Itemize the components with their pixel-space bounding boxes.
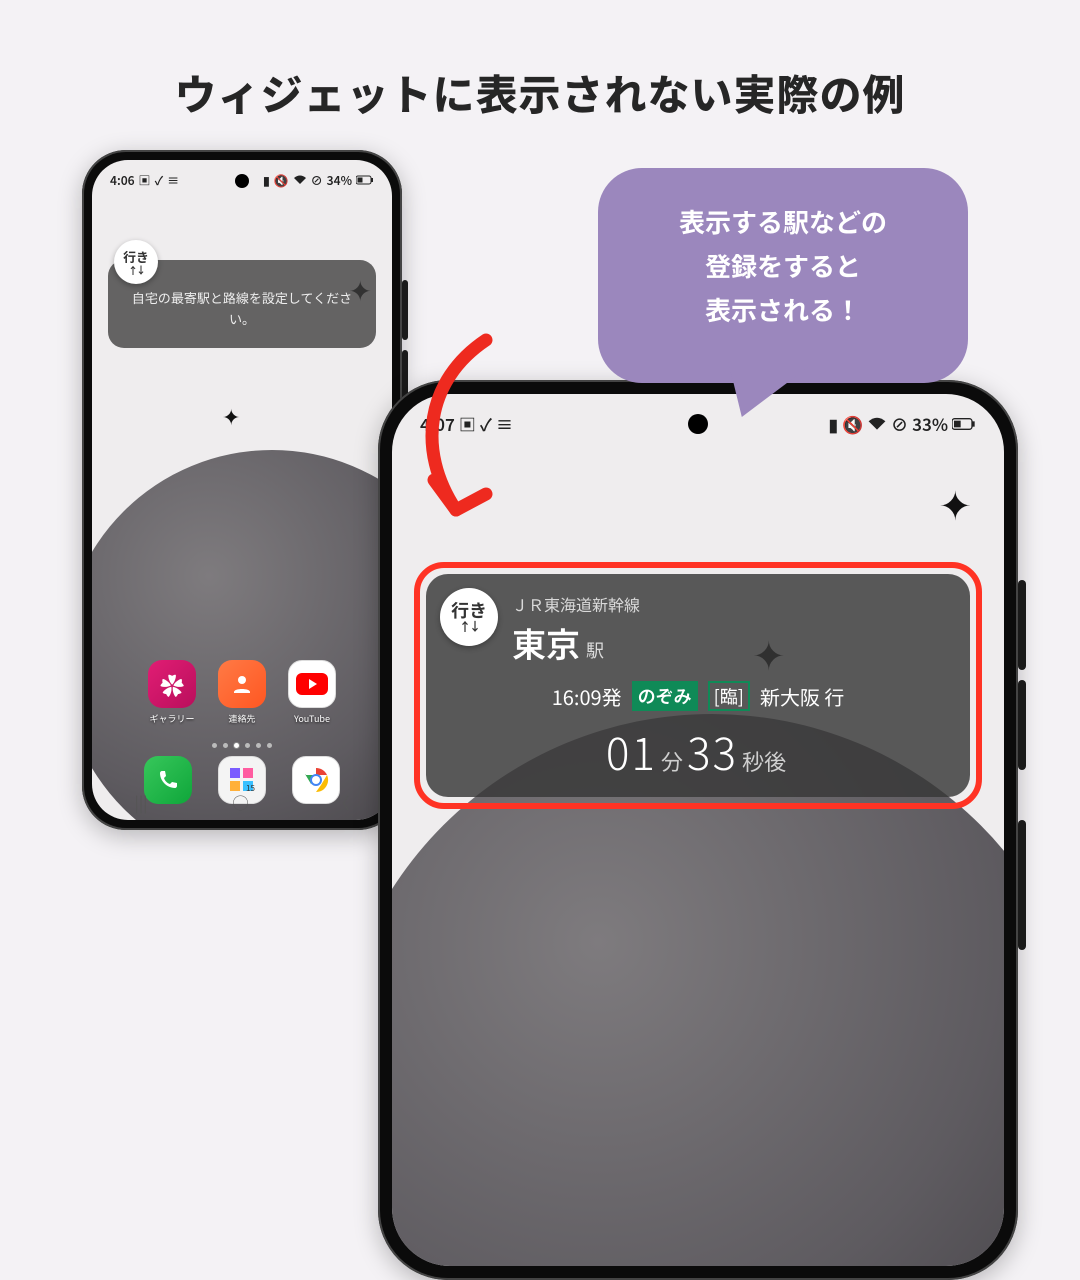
transit-widget-empty[interactable]: 行き↑↓ 自宅の最寄駅と路線を設定してください。 bbox=[108, 260, 376, 348]
app-label: 連絡先 bbox=[228, 712, 255, 725]
sparkle-icon: ✦ bbox=[938, 474, 972, 532]
status-time: 4:07 bbox=[420, 411, 455, 436]
contacts-icon bbox=[218, 660, 266, 708]
status-time: 4:06 bbox=[110, 172, 135, 189]
app-label: YouTube bbox=[294, 712, 330, 725]
menu-icon: ≡ bbox=[167, 172, 179, 189]
app-label: ギャラリー bbox=[149, 712, 194, 725]
volume-up-button[interactable] bbox=[1018, 580, 1026, 670]
widget-station: 東京駅 bbox=[512, 618, 948, 667]
highlight-frame: 行き↑↓ ＪＲ東海道新幹線 東京駅 16:09発 のぞみ [臨] 新大阪 行 0… bbox=[414, 562, 982, 809]
back-button[interactable]: 〈 bbox=[333, 790, 349, 814]
no-sim-icon: ⊘ bbox=[891, 411, 908, 436]
widget-line-name: ＪＲ東海道新幹線 bbox=[512, 592, 948, 616]
vibrate-icon: ▮ bbox=[263, 172, 270, 189]
sparkle-icon: ✦ bbox=[222, 400, 240, 432]
callout-bubble: 表示する駅などの 登録をすると 表示される！ bbox=[598, 168, 968, 383]
status-bar: 4:07 ▣ ✓ ≡ ▮ 🔇 ⊘ 33% bbox=[392, 394, 1004, 442]
app-youtube[interactable]: YouTube bbox=[288, 660, 336, 725]
android-navbar: ||| ◯ 〈 bbox=[92, 784, 392, 820]
phone-after: 4:07 ▣ ✓ ≡ ▮ 🔇 ⊘ 33% ✦ ✦ bbox=[378, 380, 1018, 1280]
battery-icon bbox=[952, 411, 976, 436]
volume-down-button[interactable] bbox=[1018, 680, 1026, 770]
depart-time: 16:09発 bbox=[552, 682, 622, 711]
gallery-icon: ✿ bbox=[148, 660, 196, 708]
volume-up-button[interactable] bbox=[402, 280, 408, 340]
youtube-icon bbox=[288, 660, 336, 708]
page-title: ウィジェットに表示されない実際の例 bbox=[0, 62, 1080, 123]
transit-widget[interactable]: 行き↑↓ ＪＲ東海道新幹線 東京駅 16:09発 のぞみ [臨] 新大阪 行 0… bbox=[426, 574, 970, 797]
check-icon: ✓ bbox=[480, 411, 492, 436]
vibrate-icon: ▮ bbox=[829, 411, 838, 436]
wifi-icon bbox=[867, 411, 887, 436]
app-row: ✿ ギャラリー 連絡先 YouTube bbox=[92, 660, 392, 725]
app-gallery[interactable]: ✿ ギャラリー bbox=[148, 660, 196, 725]
widget-countdown: 01分33秒後 bbox=[448, 719, 948, 783]
image-icon: ▣ bbox=[139, 172, 151, 189]
train-extra-chip: [臨] bbox=[708, 681, 750, 711]
widget-direction-badge: 行き↑↓ bbox=[114, 240, 158, 284]
status-bar: 4:06 ▣ ✓ ≡ ▮ 🔇 ⊘ 34% bbox=[92, 160, 392, 194]
mute-icon: 🔇 bbox=[842, 411, 863, 436]
recents-button[interactable]: ||| bbox=[135, 790, 148, 814]
battery-percent: 33% bbox=[912, 411, 948, 436]
mute-icon: 🔇 bbox=[274, 172, 289, 189]
widget-direction-badge: 行き↑↓ bbox=[440, 588, 498, 646]
home-button[interactable]: ◯ bbox=[232, 790, 248, 814]
phone-before: 4:06 ▣ ✓ ≡ ▮ 🔇 ⊘ 34% ✦ ✦ bbox=[82, 150, 402, 830]
menu-icon: ≡ bbox=[496, 411, 513, 436]
page-indicator bbox=[92, 743, 392, 748]
battery-icon bbox=[356, 172, 374, 189]
wifi-icon bbox=[293, 172, 307, 189]
image-icon: ▣ bbox=[459, 411, 476, 436]
destination: 新大阪 行 bbox=[760, 682, 844, 711]
power-button[interactable] bbox=[1018, 820, 1026, 950]
widget-departure-row: 16:09発 のぞみ [臨] 新大阪 行 bbox=[448, 681, 948, 711]
no-sim-icon: ⊘ bbox=[311, 172, 323, 189]
app-contacts[interactable]: 連絡先 bbox=[218, 660, 266, 725]
battery-percent: 34% bbox=[327, 172, 352, 189]
train-name-chip: のぞみ bbox=[632, 681, 698, 711]
check-icon: ✓ bbox=[155, 172, 164, 189]
